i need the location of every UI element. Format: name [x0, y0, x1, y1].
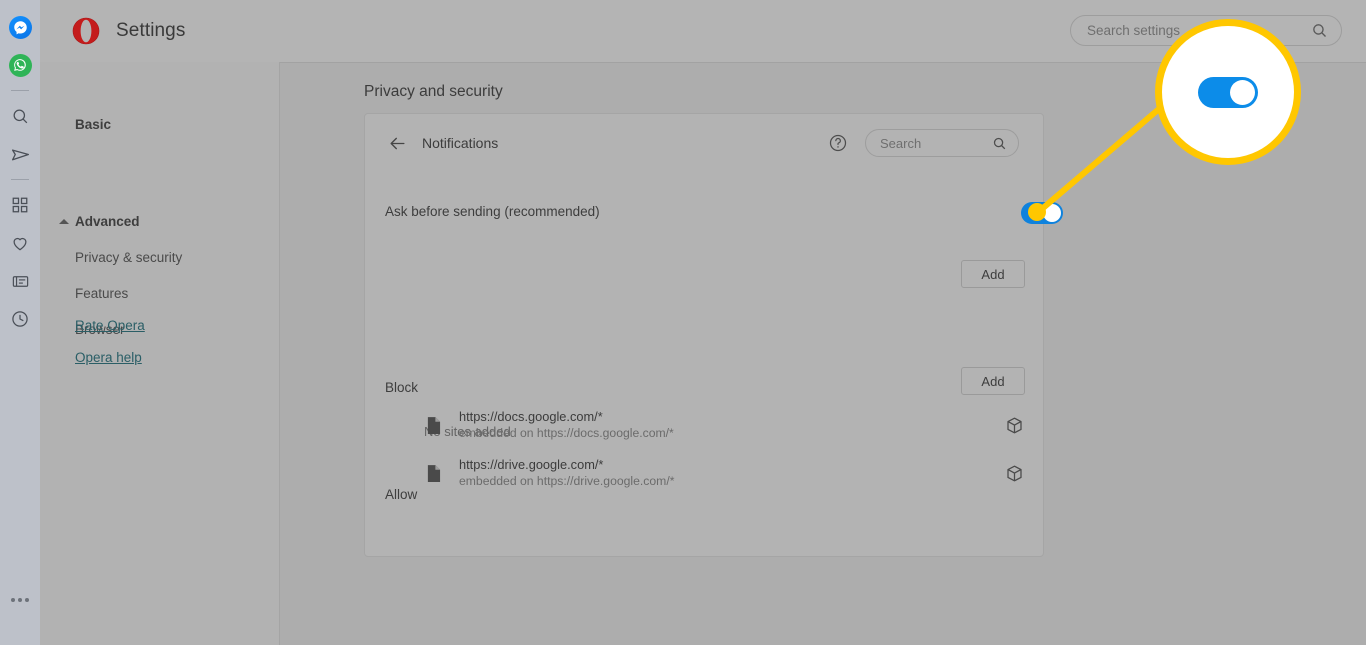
opera-help-link[interactable]: Opera help	[75, 350, 142, 365]
opera-logo	[72, 17, 100, 45]
card-title: Notifications	[422, 135, 499, 151]
more-options-icon[interactable]	[0, 581, 40, 619]
search-icon[interactable]	[992, 136, 1007, 151]
toggle-knob	[1043, 204, 1061, 222]
news-icon[interactable]	[0, 262, 40, 300]
document-icon	[425, 464, 441, 482]
main-heading: Privacy and security	[364, 83, 503, 100]
allow-site-row[interactable]: https://drive.google.com/* embedded on h…	[365, 450, 1043, 496]
allow-site-url: https://drive.google.com/*	[459, 456, 604, 472]
rate-opera-link[interactable]: Rate Opera	[75, 318, 145, 333]
sidebar-item-advanced[interactable]: Advanced	[75, 214, 140, 229]
block-add-button[interactable]: Add	[961, 260, 1025, 288]
document-icon	[425, 416, 441, 434]
messenger-icon[interactable]	[0, 8, 40, 46]
allow-add-button[interactable]: Add	[961, 367, 1025, 395]
send-icon[interactable]	[0, 135, 40, 173]
ask-before-sending-label: Ask before sending (recommended)	[385, 204, 600, 219]
cube-icon[interactable]	[1005, 416, 1024, 435]
whatsapp-icon[interactable]	[0, 46, 40, 84]
history-clock-icon[interactable]	[0, 300, 40, 338]
allow-site-url: https://docs.google.com/*	[459, 408, 603, 424]
rail-divider-2	[11, 179, 29, 180]
sidebar-item-features[interactable]: Features	[75, 286, 128, 301]
settings-search-box[interactable]: Search settings	[1070, 15, 1342, 46]
whatsapp-badge	[8, 53, 32, 77]
apps-grid-icon[interactable]	[0, 186, 40, 224]
settings-nav-column: Basic Advanced Privacy & security Featur…	[40, 62, 280, 645]
messenger-badge	[8, 15, 32, 39]
card-search-input[interactable]: Search	[880, 136, 992, 151]
settings-window: Settings Search settings Basic Advanced …	[40, 0, 1366, 645]
allow-site-embedded: embedded on https://drive.google.com/*	[459, 474, 675, 489]
settings-search-input[interactable]: Search settings	[1087, 23, 1311, 38]
block-section-label: Block	[385, 380, 419, 395]
search-icon[interactable]	[1311, 22, 1328, 39]
notifications-settings-card: Notifications Search Ask before sending …	[364, 113, 1063, 557]
heart-icon[interactable]	[0, 224, 40, 262]
chevron-up-icon[interactable]	[59, 219, 69, 224]
help-circle-icon[interactable]	[828, 133, 848, 153]
sidebar-item-basic[interactable]: Basic	[75, 117, 111, 132]
opera-icon-rail	[0, 0, 40, 645]
allow-site-text: https://drive.google.com/* embedded on h…	[459, 457, 1005, 490]
allow-site-embedded: embedded on https://docs.google.com/*	[459, 426, 674, 441]
ask-before-sending-toggle[interactable]	[1021, 202, 1063, 224]
settings-header: Settings Search settings	[40, 0, 1366, 63]
sidebar-item-privacy-security[interactable]: Privacy & security	[75, 250, 182, 265]
card-search-box[interactable]: Search	[865, 129, 1019, 157]
allow-site-row[interactable]: https://docs.google.com/* embedded on ht…	[365, 402, 1043, 448]
rail-divider-1	[11, 90, 29, 91]
cube-icon[interactable]	[1005, 464, 1024, 483]
search-icon[interactable]	[0, 97, 40, 135]
allow-site-text: https://docs.google.com/* embedded on ht…	[459, 409, 1005, 442]
page-title: Settings	[116, 20, 186, 41]
back-arrow-icon[interactable]	[385, 131, 409, 155]
